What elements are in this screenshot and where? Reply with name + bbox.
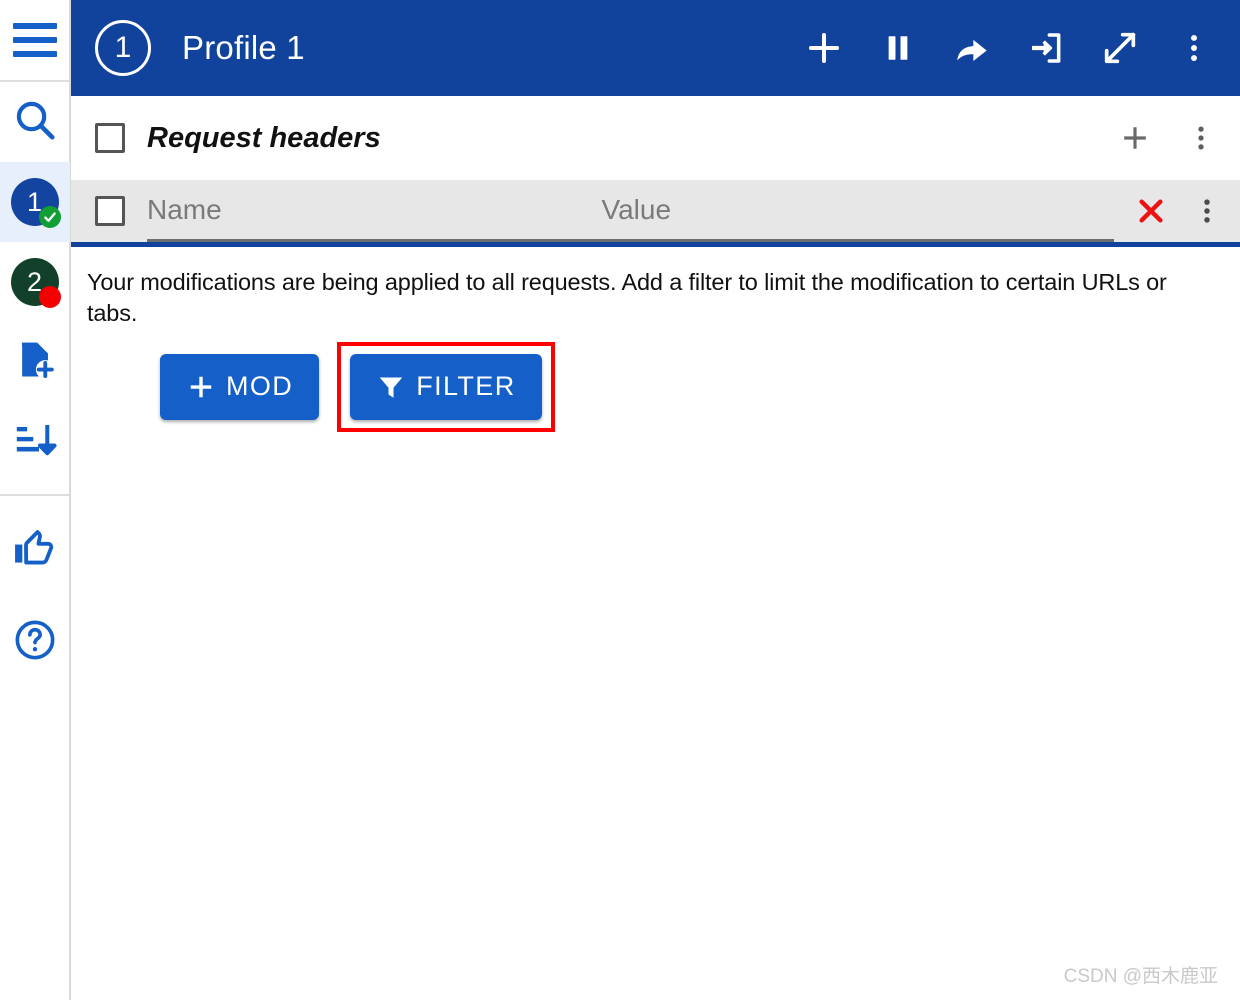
profile-number-label: 1: [114, 31, 132, 64]
row-select-checkbox[interactable]: [95, 196, 125, 226]
row-actions: [1114, 188, 1230, 234]
search-icon: [12, 97, 58, 148]
app-bar-actions: [800, 24, 1218, 72]
pause-button[interactable]: [874, 24, 922, 72]
check-badge-icon: [38, 206, 61, 228]
import-button[interactable]: [1022, 24, 1070, 72]
watermark: CSDN @西木鹿亚: [1063, 966, 1218, 987]
value-input-placeholder: Value: [601, 193, 672, 225]
section-select-all-checkbox[interactable]: [95, 123, 125, 153]
profile-number-badge: 1: [95, 20, 151, 76]
import-icon: [1026, 28, 1066, 68]
expand-diagonal-icon: [1100, 28, 1140, 68]
sidebar-item-menu[interactable]: [0, 0, 70, 80]
section-title: Request headers: [147, 121, 381, 154]
overflow-menu-button[interactable]: [1170, 24, 1218, 72]
plus-icon: [1117, 120, 1153, 156]
alert-dot-icon: [38, 286, 61, 308]
hamburger-icon: [12, 23, 57, 57]
sidebar-item-search[interactable]: [0, 82, 70, 162]
sidebar-item-sort[interactable]: [0, 402, 70, 482]
sidebar-item-new-profile[interactable]: [0, 322, 70, 402]
add-filter-label: FILTER: [416, 371, 516, 401]
content-area: Your modifications are being applied to …: [71, 247, 1240, 1000]
kebab-menu-icon: [1177, 31, 1211, 65]
value-field[interactable]: Value: [601, 180, 1114, 239]
help-circle-icon: [12, 617, 58, 668]
add-mod-button[interactable]: MOD: [160, 353, 320, 420]
sidebar-item-profile-1[interactable]: 1: [0, 162, 70, 242]
row-menu-button[interactable]: [1184, 188, 1230, 234]
share-button[interactable]: [948, 24, 996, 72]
name-input-placeholder: Name: [147, 193, 222, 225]
sidebar-item-rate[interactable]: [0, 510, 70, 590]
add-mod-label: MOD: [226, 371, 294, 401]
app-bar: 1 Profile 1: [71, 0, 1240, 96]
add-filter-button[interactable]: FILTER: [350, 353, 542, 420]
description-text: Your modifications are being applied to …: [87, 269, 1167, 327]
sidebar-item-profile-2[interactable]: 2: [0, 242, 70, 322]
row-fields: Name Value: [147, 180, 1114, 242]
file-add-icon: [13, 338, 57, 387]
name-field[interactable]: Name: [147, 180, 601, 239]
page-title: Profile 1: [182, 29, 305, 66]
close-x-icon: [1134, 194, 1168, 228]
plus-icon: [804, 28, 844, 68]
section-add-button[interactable]: [1112, 115, 1158, 161]
sort-descending-icon: [12, 417, 58, 468]
pause-icon: [879, 29, 917, 67]
profile-badge-icon: 2: [10, 258, 61, 308]
kebab-menu-icon: [1186, 123, 1216, 153]
action-buttons: MOD FILTER: [87, 341, 1214, 432]
expand-button[interactable]: [1096, 24, 1144, 72]
share-arrow-icon: [952, 28, 992, 68]
funnel-icon: [376, 372, 406, 402]
header-entry-row: Name Value: [71, 180, 1240, 242]
sidebar-item-help[interactable]: [0, 602, 70, 682]
add-profile-button[interactable]: [800, 24, 848, 72]
app-root: 1 2 1 Profile 1 Request headers Name Val…: [0, 0, 1240, 1000]
sidebar-divider-bottom: [0, 494, 70, 496]
section-actions: [1112, 115, 1224, 161]
kebab-menu-icon: [1192, 196, 1222, 226]
main-panel: 1 Profile 1 Request headers Name Value Y…: [71, 0, 1240, 1000]
plus-icon: [186, 372, 216, 402]
row-delete-button[interactable]: [1128, 188, 1174, 234]
sidebar: 1 2: [0, 0, 71, 1000]
thumbs-up-icon: [12, 525, 58, 576]
section-header: Request headers: [71, 96, 1240, 180]
profile-badge-icon: 1: [10, 178, 61, 228]
filter-button-highlight: FILTER: [337, 341, 555, 432]
section-menu-button[interactable]: [1178, 115, 1224, 161]
